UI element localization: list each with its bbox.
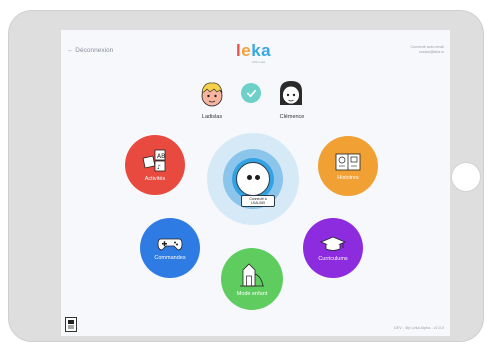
activities-label: Activités bbox=[144, 175, 166, 182]
user-name-clemence: Clémence bbox=[279, 114, 305, 120]
svg-text:AB: AB bbox=[157, 153, 165, 160]
leka-logo: leka bbox=[236, 41, 271, 61]
robot-face-icon[interactable] bbox=[236, 162, 270, 196]
boy-avatar-icon[interactable] bbox=[198, 80, 226, 108]
girl-avatar-icon[interactable] bbox=[277, 79, 305, 107]
logo-letter-k: k bbox=[251, 41, 262, 60]
book-icon bbox=[335, 153, 361, 170]
playground-icon bbox=[240, 262, 264, 286]
logo-letter-a: a bbox=[261, 41, 272, 60]
robot-eye-right bbox=[255, 175, 260, 180]
graduation-cap-icon bbox=[320, 236, 346, 251]
connection-email: ssssss@leka.io bbox=[419, 49, 444, 54]
logo-letter-e: e bbox=[241, 41, 252, 60]
stories-label: Histoires bbox=[337, 174, 359, 181]
curriculums-button[interactable]: Curriculums bbox=[303, 218, 363, 278]
robot-device-icon[interactable] bbox=[65, 317, 77, 332]
child-mode-label: Mode enfant bbox=[236, 290, 268, 297]
curriculums-label: Curriculums bbox=[318, 255, 348, 262]
connection-info: Connecté avec email ssssss@leka.io bbox=[410, 45, 444, 54]
svg-text:♪: ♪ bbox=[157, 164, 161, 171]
user-name-ladislas: Ladislas bbox=[201, 114, 223, 120]
robot-status-id: LKAL069 bbox=[251, 201, 265, 205]
child-mode-button[interactable]: Mode enfant bbox=[221, 248, 283, 310]
logout-button[interactable]: ← Déconnexion bbox=[67, 47, 113, 54]
stories-button[interactable]: Histoires bbox=[318, 136, 378, 196]
connection-line-1: Connecté avec email bbox=[410, 45, 444, 49]
check-icon bbox=[241, 83, 261, 103]
robot-eye-left bbox=[247, 175, 252, 180]
app-screen: ← Déconnexion leka APF Leka Connecté ave… bbox=[61, 30, 450, 336]
activities-button[interactable]: AB ♪ Activités bbox=[125, 135, 185, 195]
commands-label: Commandes bbox=[154, 254, 186, 261]
app-version: DEV - 4fp Leka Alpha - v2.0.0 bbox=[393, 326, 444, 330]
logo-subtitle: APF Leka bbox=[252, 60, 266, 64]
blocks-icon: AB ♪ bbox=[142, 149, 166, 171]
gamepad-icon bbox=[157, 238, 183, 250]
commands-button[interactable]: Commandes bbox=[140, 218, 200, 278]
home-button[interactable] bbox=[451, 162, 481, 192]
robot-connection-badge: Connecté à LKAL069 bbox=[241, 195, 275, 207]
